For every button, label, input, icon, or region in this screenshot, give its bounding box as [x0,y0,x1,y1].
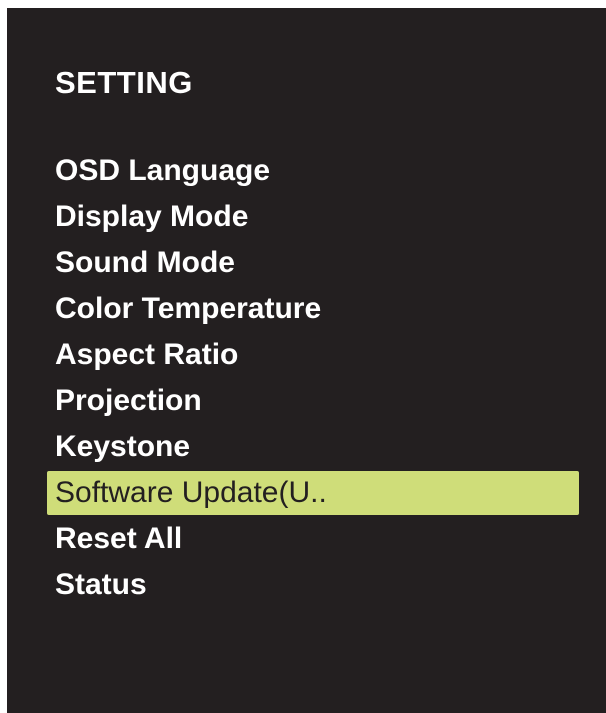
menu-item-software-update[interactable]: Software Update(U.. [7,470,606,516]
menu-item-label: Status [55,568,147,601]
menu-item-label: Projection [55,384,202,417]
menu-item-label: Keystone [55,430,191,463]
menu-item-label: Software Update(U.. [55,476,327,509]
menu-item-label: Sound Mode [55,246,235,279]
menu-item-osd-language[interactable]: OSD Language [7,148,606,194]
osd-settings-panel: SETTING OSD Language Display Mode Sound … [7,8,606,713]
menu-item-label: Display Mode [55,200,249,233]
menu-title: SETTING [55,65,193,100]
menu-item-display-mode[interactable]: Display Mode [7,194,606,240]
menu-item-reset-all[interactable]: Reset All [7,516,606,562]
menu-item-projection[interactable]: Projection [7,378,606,424]
menu-item-sound-mode[interactable]: Sound Mode [7,240,606,286]
settings-menu-list: OSD Language Display Mode Sound Mode Col… [7,148,606,608]
menu-item-label: Color Temperature [55,292,322,325]
menu-item-keystone[interactable]: Keystone [7,424,606,470]
menu-item-color-temperature[interactable]: Color Temperature [7,286,606,332]
menu-item-label: Reset All [55,522,183,555]
menu-item-label: OSD Language [55,154,271,187]
menu-item-aspect-ratio[interactable]: Aspect Ratio [7,332,606,378]
menu-item-status[interactable]: Status [7,562,606,608]
menu-item-label: Aspect Ratio [55,338,239,371]
